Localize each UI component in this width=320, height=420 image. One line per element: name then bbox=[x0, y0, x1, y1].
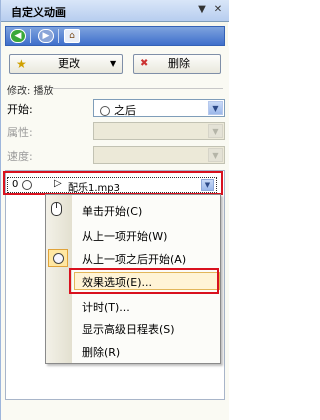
section-divider bbox=[51, 88, 223, 89]
change-effect-button[interactable]: ★ 更改 ▼ bbox=[9, 54, 123, 74]
change-label: 更改 bbox=[58, 57, 80, 70]
speed-dropdown: ▼ bbox=[93, 146, 225, 164]
menu-item-show-advanced-timeline[interactable]: 显示高级日程表(S) bbox=[82, 321, 175, 337]
start-value-text: 之后 bbox=[114, 104, 136, 117]
menu-item-after-previous[interactable]: 从上一项之后开始(A) bbox=[82, 251, 186, 267]
chevron-down-icon: ▼ bbox=[208, 124, 223, 138]
chevron-down-icon: ▼ bbox=[208, 148, 223, 162]
highlight-frame bbox=[69, 268, 219, 294]
speed-label: 速度: bbox=[7, 150, 33, 163]
remove-effect-button[interactable]: ✖ 删除 bbox=[133, 54, 221, 74]
star-icon: ★ bbox=[16, 57, 27, 71]
clock-icon bbox=[100, 106, 110, 116]
nav-separator bbox=[58, 29, 59, 43]
remove-label: 删除 bbox=[168, 57, 190, 70]
property-dropdown: ▼ bbox=[93, 122, 225, 140]
menu-item-with-previous[interactable]: 从上一项开始(W) bbox=[82, 228, 167, 244]
pane-title-bar: 自定义动画 ▼ ✕ bbox=[1, 0, 229, 22]
pane-menu-dropdown-icon[interactable]: ▼ bbox=[195, 3, 209, 17]
nav-separator bbox=[30, 29, 31, 43]
mouse-click-icon bbox=[51, 202, 62, 216]
close-icon[interactable]: ✕ bbox=[211, 3, 225, 17]
highlight-frame bbox=[3, 171, 223, 195]
start-dropdown-value: 之后 bbox=[100, 102, 136, 118]
pane-title: 自定义动画 bbox=[11, 6, 66, 19]
back-icon[interactable]: ◀ bbox=[10, 29, 26, 43]
chevron-down-icon: ▼ bbox=[208, 101, 223, 115]
modify-section-label: 修改: 播放 bbox=[7, 86, 54, 97]
clock-icon bbox=[53, 253, 64, 264]
forward-icon[interactable]: ▶ bbox=[38, 29, 54, 43]
menu-item-timing[interactable]: 计时(T)... bbox=[82, 299, 130, 315]
start-dropdown[interactable]: 之后 ▼ bbox=[93, 99, 225, 117]
menu-item-click-start[interactable]: 单击开始(C) bbox=[82, 203, 142, 219]
checked-indicator bbox=[48, 249, 68, 267]
start-label: 开始: bbox=[7, 103, 33, 116]
home-icon[interactable]: ⌂ bbox=[64, 29, 80, 43]
chevron-down-icon: ▼ bbox=[110, 59, 117, 68]
custom-animation-pane: 自定义动画 ▼ ✕ ◀ ▶ ⌂ ★ 更改 ▼ ✖ 删除 修改: 播放 开始: 之… bbox=[0, 0, 229, 420]
remove-icon: ✖ bbox=[140, 58, 149, 69]
pane-navigation-bar: ◀ ▶ ⌂ bbox=[5, 26, 225, 46]
property-label: 属性: bbox=[7, 126, 33, 139]
menu-item-remove[interactable]: 删除(R) bbox=[82, 344, 120, 360]
